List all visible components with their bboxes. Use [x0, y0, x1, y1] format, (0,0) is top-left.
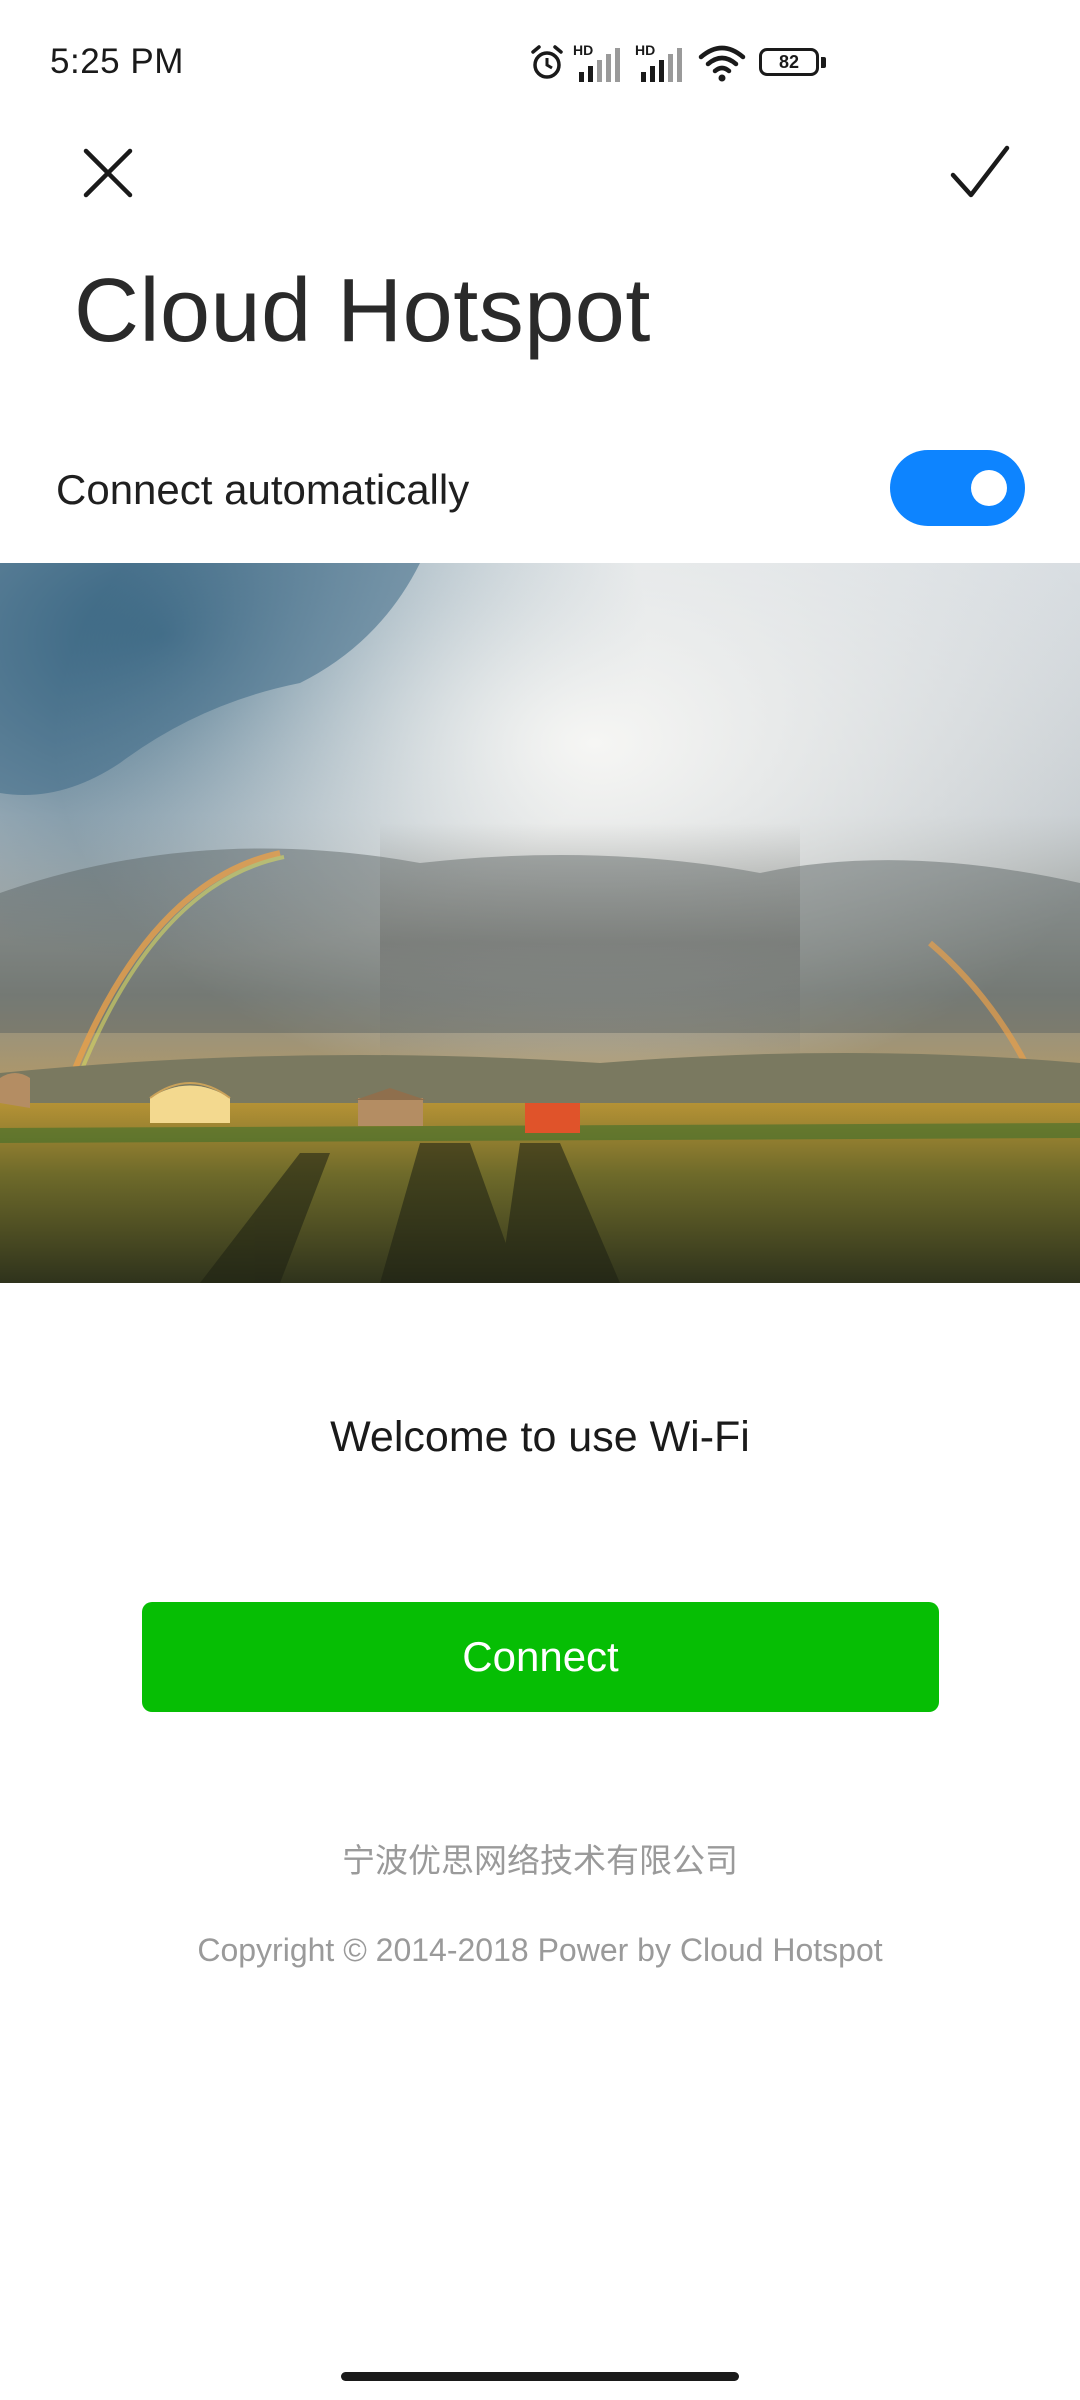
auto-connect-row: Connect automatically: [0, 440, 1080, 540]
battery-icon: 82: [759, 48, 827, 78]
status-bar: 5:25 PM HD HD 82: [0, 0, 1080, 130]
status-icons: HD HD 82: [527, 38, 827, 88]
status-time: 5:25 PM: [50, 42, 184, 81]
wifi-icon: [697, 42, 747, 84]
company-name: 宁波优思网络技术有限公司: [342, 1841, 738, 1880]
signal-hd-icon: HD: [573, 42, 629, 84]
close-icon: [82, 147, 134, 204]
auto-connect-toggle[interactable]: [890, 450, 1025, 526]
connect-button[interactable]: Connect: [142, 1602, 939, 1712]
toggle-knob: [971, 470, 1007, 506]
copyright-text: Copyright © 2014-2018 Power by Cloud Hot…: [197, 1932, 883, 1968]
battery-tip: [821, 57, 826, 68]
auto-connect-label: Connect automatically: [56, 466, 470, 513]
banner-image: [0, 563, 1080, 1283]
signal-hd-icon: HD: [635, 42, 691, 84]
home-indicator[interactable]: [341, 2372, 739, 2381]
welcome-text: Welcome to use Wi-Fi: [330, 1413, 750, 1461]
alarm-icon: [527, 43, 567, 83]
battery-level: 82: [759, 48, 819, 76]
confirm-button[interactable]: [940, 135, 1020, 215]
checkmark-icon: [950, 145, 1010, 206]
close-button[interactable]: [68, 135, 148, 215]
hotspot-login-screen: 5:25 PM HD HD 82 Cloud Hotspot Connect a…: [0, 0, 1080, 2400]
page-title: Cloud Hotspot: [74, 261, 651, 361]
